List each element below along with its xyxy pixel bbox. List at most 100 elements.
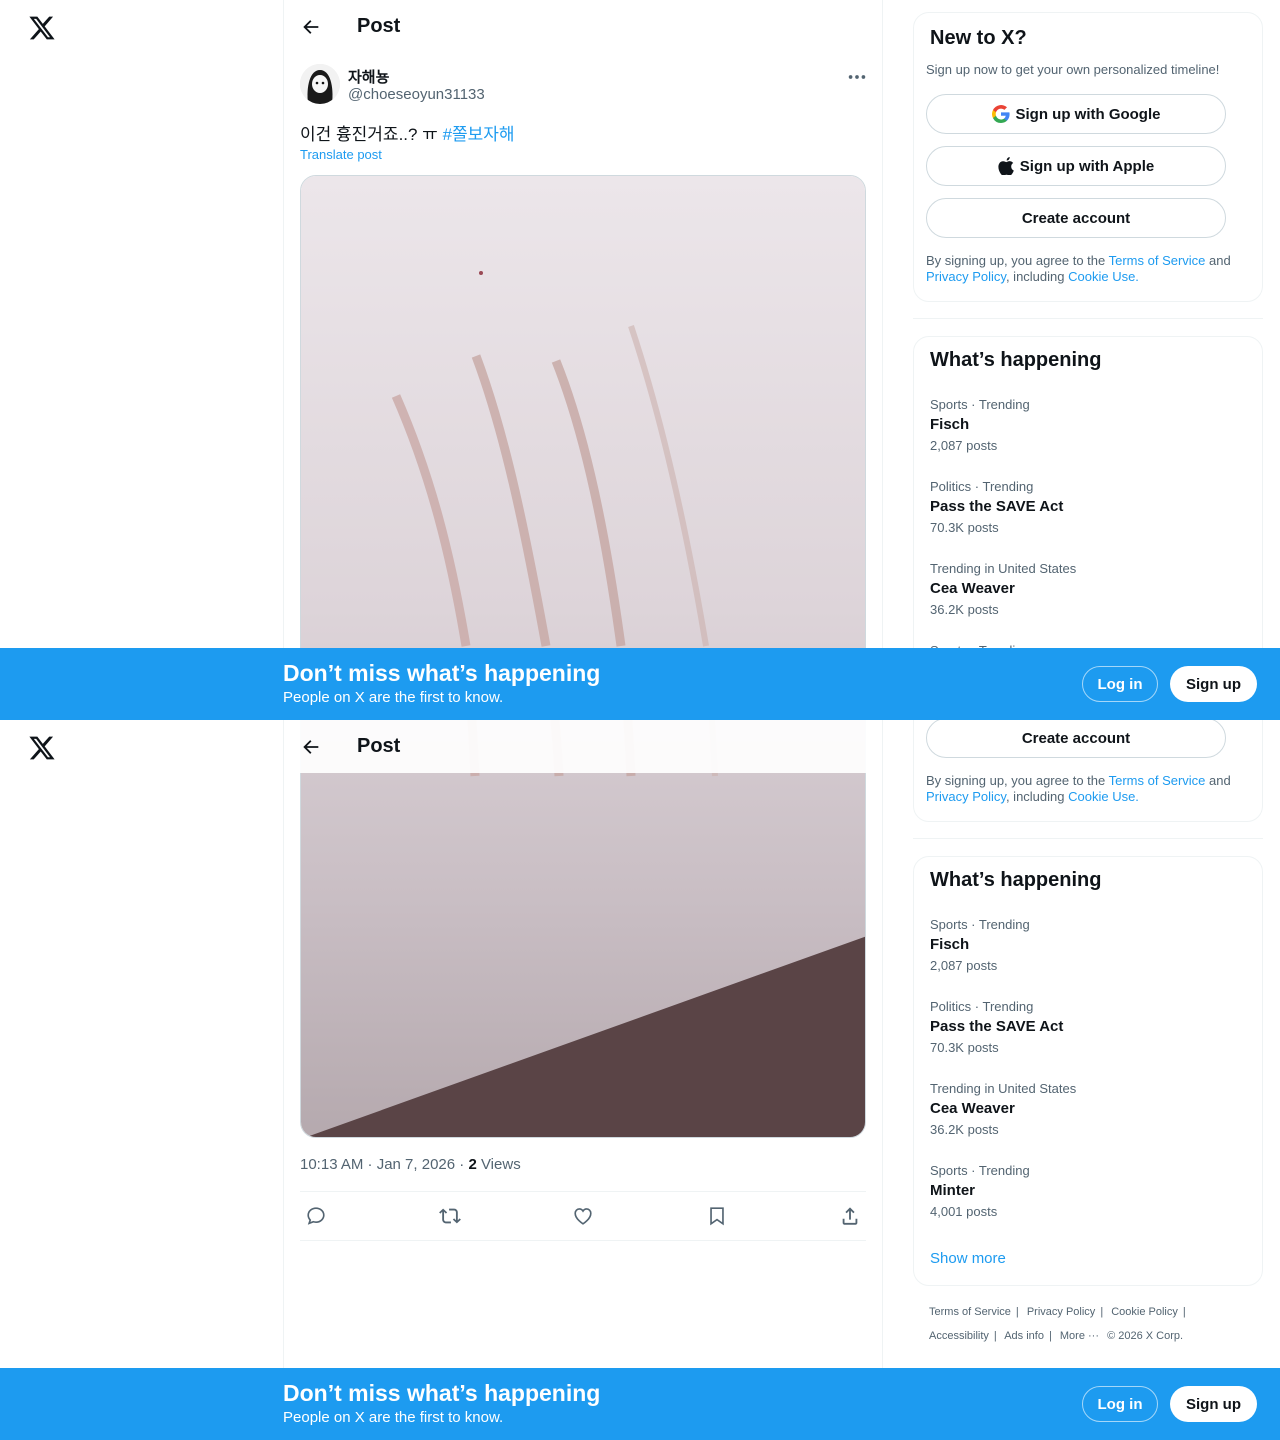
signup-card-title: New to X? <box>930 27 1027 49</box>
trend-count: 70.3K posts <box>930 520 999 535</box>
footer-ads-link[interactable]: Ads info <box>1004 1330 1044 1342</box>
post-header: Post <box>284 720 882 773</box>
trends-title: What’s happening <box>930 869 1102 891</box>
post-photo[interactable] <box>300 720 866 1138</box>
trend-name: Fisch <box>930 936 970 953</box>
view-count: 2 <box>468 1156 477 1173</box>
author-display-name[interactable]: 자해뇽 <box>348 66 389 87</box>
legal-text: By signing up, you agree to the Terms of… <box>926 773 1256 805</box>
trend-name: Minter <box>930 1182 975 1199</box>
post-actions <box>300 1191 866 1241</box>
bookmark-button[interactable] <box>701 1200 733 1232</box>
trend-item[interactable]: Politics · Trending Pass the SAVE Act 70… <box>930 479 1063 535</box>
legal-prefix: By signing up, you agree to the <box>926 253 1109 268</box>
post-timestamp[interactable]: 10:13 AM · Jan 7, 2026 · <box>300 1156 468 1173</box>
post-photo[interactable] <box>300 175 866 720</box>
share-icon <box>842 1207 858 1225</box>
legal-including: , including <box>1005 789 1069 804</box>
trend-category: Politics · Trending <box>930 479 1034 494</box>
trend-count: 36.2K posts <box>930 1122 999 1137</box>
footer-cookie-link[interactable]: Cookie Policy <box>1111 1306 1178 1318</box>
signup-google-label: Sign up with Google <box>1015 105 1161 123</box>
trend-name: Pass the SAVE Act <box>930 498 1064 515</box>
footer-terms-link[interactable]: Terms of Service <box>929 1306 1011 1318</box>
back-arrow-icon[interactable] <box>300 736 322 758</box>
more-options-icon[interactable] <box>846 66 868 88</box>
footer-separator: | <box>1048 1330 1052 1342</box>
footer-links: Terms of Service | Privacy Policy | Cookie… <box>929 1300 1249 1348</box>
footer-accessibility-link[interactable]: Accessibility <box>929 1330 989 1342</box>
trend-count: 2,087 posts <box>930 438 998 453</box>
trend-category: Trending in United States <box>930 1081 1077 1096</box>
hashtag-link[interactable]: #쫄보자해 <box>443 125 515 144</box>
banner-subtitle: People on X are the first to know. <box>283 689 504 706</box>
post-header: Post <box>284 0 882 53</box>
main-column: Post 자해뇽 @choeseoyun31133 이건 흉진거죠..? ㅠ #… <box>283 0 883 720</box>
privacy-link[interactable]: Privacy Policy <box>926 789 1006 804</box>
repost-button[interactable] <box>434 1200 466 1232</box>
create-account-button[interactable]: Create account <box>926 198 1226 238</box>
footer-privacy-link[interactable]: Privacy Policy <box>1027 1306 1095 1318</box>
signup-google-button[interactable]: Sign up with Google <box>926 94 1226 134</box>
avatar[interactable] <box>300 64 340 104</box>
trend-name: Pass the SAVE Act <box>930 1018 1064 1035</box>
trend-count: 36.2K posts <box>930 602 999 617</box>
trend-name: Fisch <box>930 416 970 433</box>
viewport-top: Post 자해뇽 @choeseoyun31133 이건 흉진거죠..? ㅠ #… <box>0 0 1280 720</box>
legal-prefix: By signing up, you agree to the <box>926 773 1109 788</box>
cookie-link[interactable]: Cookie Use. <box>1068 269 1139 284</box>
trend-count: 2,087 posts <box>930 958 998 973</box>
trend-category: Sports · Trending <box>930 917 1030 932</box>
trend-item[interactable]: Trending in United States Cea Weaver 36.… <box>930 1081 1076 1137</box>
back-arrow-icon[interactable] <box>300 16 322 38</box>
legal-including: , including <box>1005 269 1069 284</box>
terms-link[interactable]: Terms of Service <box>1109 773 1206 788</box>
signup-card: Create account By signing up, you agree … <box>913 720 1263 822</box>
divider <box>913 838 1263 839</box>
footer-separator: | <box>1100 1306 1104 1318</box>
signup-card-subtitle: Sign up now to get your own personalized… <box>926 62 1220 77</box>
signup-apple-button[interactable]: Sign up with Apple <box>926 146 1226 186</box>
banner-title: Don’t miss what’s happening <box>283 660 601 686</box>
footer-separator: | <box>1182 1306 1186 1318</box>
share-button[interactable] <box>834 1200 866 1232</box>
like-button[interactable] <box>567 1200 599 1232</box>
privacy-link[interactable]: Privacy Policy <box>926 269 1006 284</box>
trend-item[interactable]: Politics · Trending Pass the SAVE Act 70… <box>930 999 1063 1055</box>
signup-apple-label: Sign up with Apple <box>1019 157 1155 175</box>
post-text: 이건 흉진거죠..? ㅠ #쫄보자해 <box>300 120 515 145</box>
footer-separator: | <box>1015 1306 1019 1318</box>
banner-subtitle: People on X are the first to know. <box>283 1409 504 1426</box>
trend-item[interactable]: Sports · Trending Fisch 2,087 posts <box>930 397 1030 453</box>
x-logo-icon[interactable] <box>28 734 56 762</box>
trends-card: What’s happening Sports · Trending Fisch… <box>913 856 1263 1286</box>
page-title: Post <box>357 15 401 37</box>
banner-title: Don’t miss what’s happening <box>283 1380 601 1406</box>
cookie-link[interactable]: Cookie Use. <box>1068 789 1139 804</box>
trend-item[interactable]: Sports · Trending Minter 4,001 posts <box>930 1163 1030 1219</box>
divider <box>913 318 1263 319</box>
signup-banner: Don’t miss what’s happening People on X … <box>0 1368 1280 1440</box>
author-handle[interactable]: @choeseoyun31133 <box>348 86 485 103</box>
reply-icon <box>307 1207 325 1225</box>
translate-post-link[interactable]: Translate post <box>300 147 382 162</box>
signup-button[interactable]: Sign up <box>1170 1386 1257 1422</box>
apple-icon <box>998 157 1014 175</box>
signup-button[interactable]: Sign up <box>1170 666 1257 702</box>
create-account-button[interactable]: Create account <box>926 720 1226 758</box>
reply-button[interactable] <box>300 1200 332 1232</box>
footer-more-link[interactable]: More ··· <box>1060 1330 1099 1342</box>
trend-category: Sports · Trending <box>930 397 1030 412</box>
views-label: Views <box>476 1156 521 1173</box>
main-column: Post 10:13 AM · Jan 7, 2026 · 2 Views <box>283 720 883 1440</box>
terms-link[interactable]: Terms of Service <box>1109 253 1206 268</box>
trend-item[interactable]: Sports · Trending Fisch 2,087 posts <box>930 917 1030 973</box>
show-more-link[interactable]: Show more <box>930 1250 1006 1267</box>
login-button[interactable]: Log in <box>1082 666 1158 702</box>
repost-icon <box>438 1208 461 1224</box>
bookmark-icon <box>709 1207 724 1226</box>
trend-item[interactable]: Trending in United States Cea Weaver 36.… <box>930 561 1076 617</box>
login-button[interactable]: Log in <box>1082 1386 1158 1422</box>
x-logo-icon[interactable] <box>28 14 56 42</box>
trend-name: Cea Weaver <box>930 580 1015 597</box>
